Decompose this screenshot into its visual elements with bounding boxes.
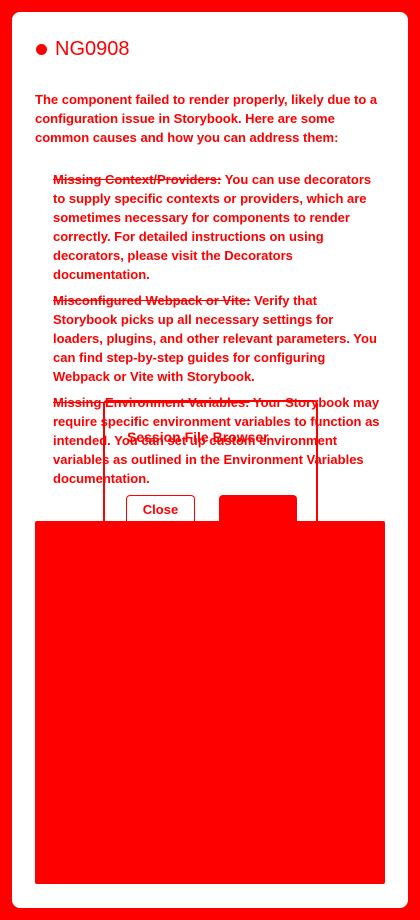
error-code: NG0908: [55, 38, 130, 60]
content-block: [35, 521, 385, 884]
cause-title: Missing Context/Providers:: [53, 172, 222, 187]
cause-text: You can use decorators to supply specifi…: [53, 172, 372, 282]
cause-item-bundler: Misconfigured Webpack or Vite: Verify th…: [53, 291, 383, 386]
error-heading: NG0908: [36, 37, 130, 61]
cause-item-context: Missing Context/Providers: You can use d…: [53, 170, 383, 284]
dialog-title: Session File Browser: [127, 429, 269, 445]
session-file-browser-dialog: Session File Browser Close: [103, 400, 318, 531]
cause-title: Misconfigured Webpack or Vite:: [53, 293, 251, 308]
error-intro: The component failed to render properly,…: [35, 92, 378, 145]
error-dot-icon: [36, 43, 47, 55]
